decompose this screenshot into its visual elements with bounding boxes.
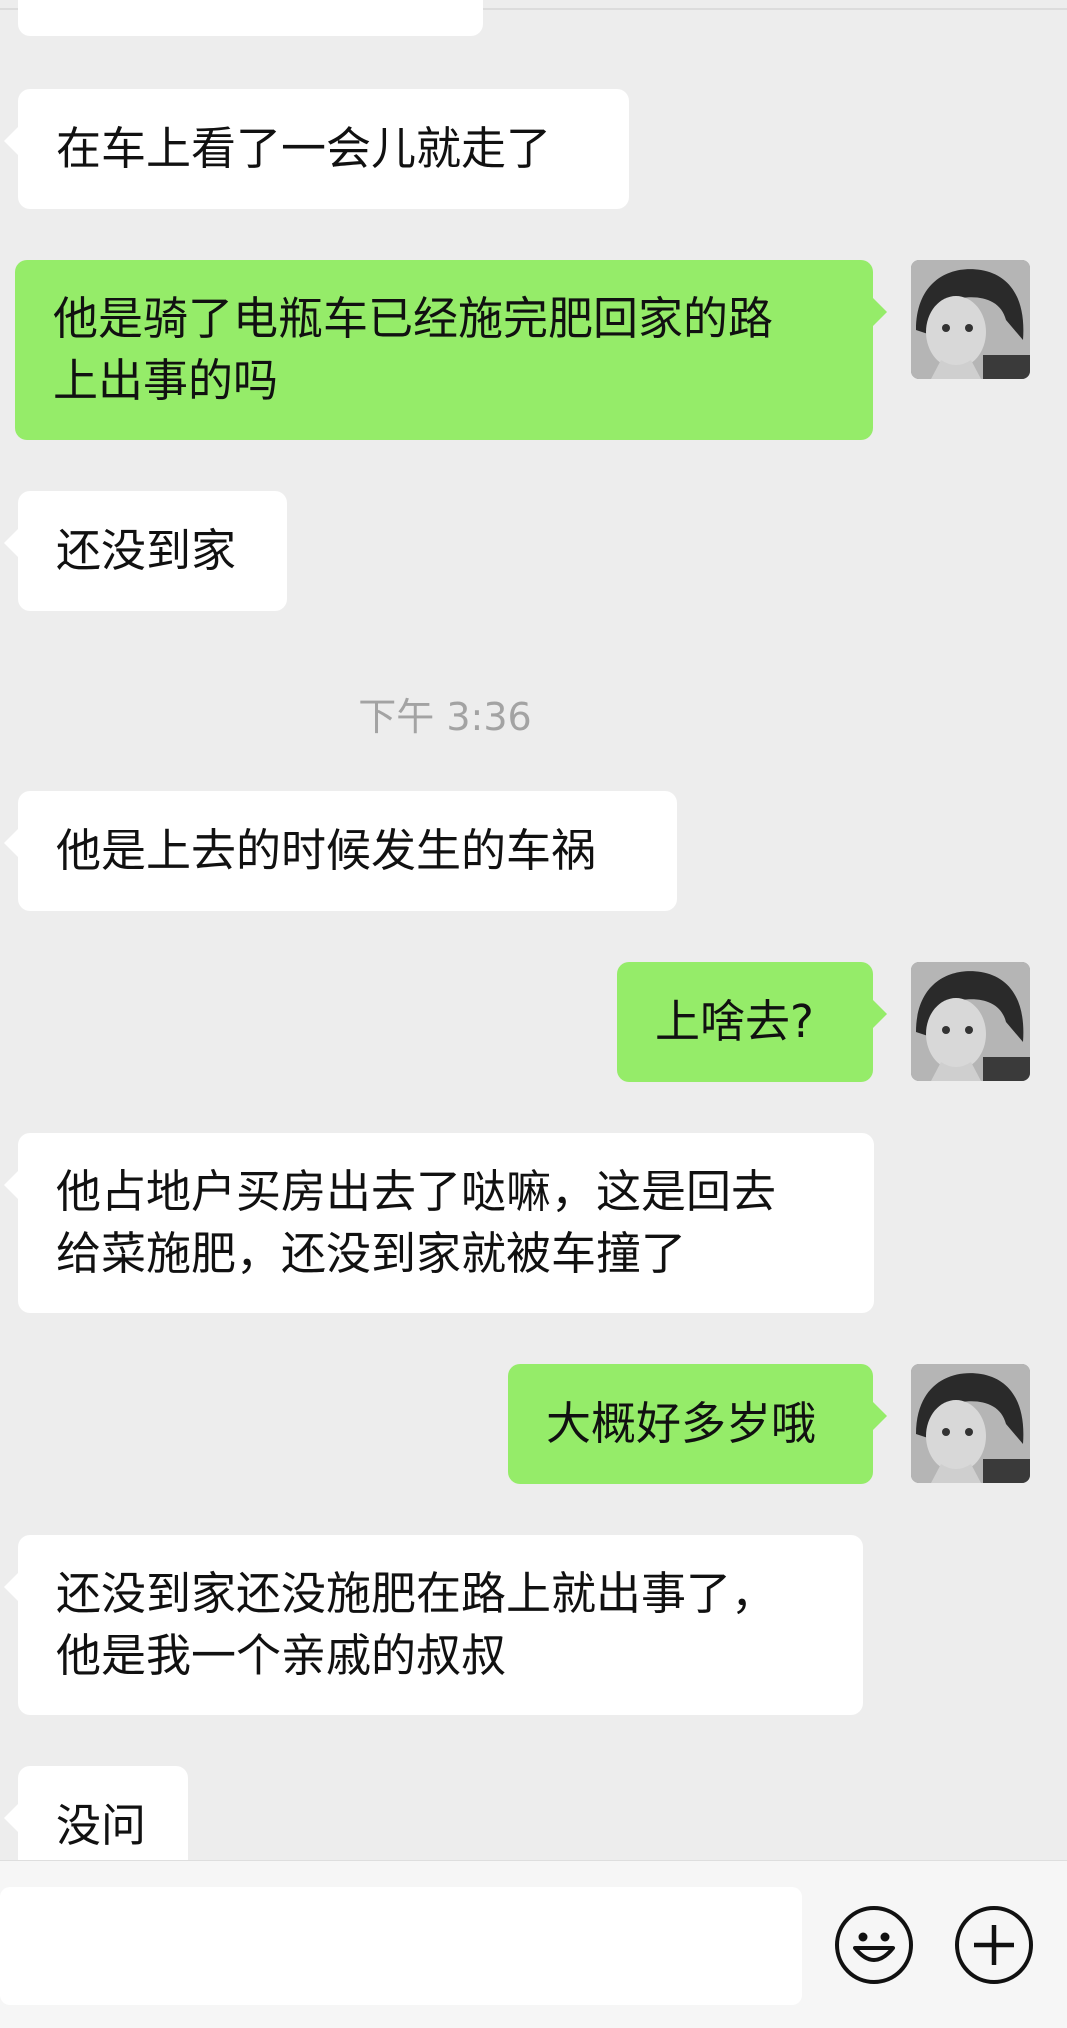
message-bubble-incoming[interactable]: 没问 — [4, 1766, 188, 1860]
bubble-tail — [873, 1402, 887, 1430]
avatar-image — [911, 1364, 1030, 1483]
message-text: 没问 — [56, 1799, 147, 1852]
message-bubble-incoming[interactable]: 还没到家还没施肥在路上就出事了， 他是我一个亲戚的叔叔 — [4, 1535, 863, 1715]
message-text: 大概好多岁哦 — [546, 1397, 817, 1450]
message-text: 上啥去? — [655, 995, 814, 1048]
avatar[interactable] — [911, 962, 1030, 1081]
bubble-tail — [4, 1573, 18, 1601]
time-divider: 下午 3:36 — [358, 695, 532, 739]
bubble-tail — [4, 529, 18, 557]
message-bubble-incoming[interactable]: 他占地户买房出去了哒嘛，这是回去 给菜施肥，还没到家就被车撞了 — [4, 1133, 874, 1313]
message-bubble-outgoing[interactable]: 他是骑了电瓶车已经施完肥回家的路 上出事的吗 — [15, 260, 887, 440]
avatar[interactable] — [911, 1364, 1030, 1483]
avatar-image — [911, 260, 1030, 379]
message-text: 在车上看了一会儿就走了 — [56, 122, 552, 175]
avatar-image — [911, 962, 1030, 1081]
message-bubble-incoming[interactable]: 还没到家 — [4, 491, 287, 611]
message-input[interactable] — [0, 1887, 802, 2005]
message-text: 他是骑了电瓶车已经施完肥回家的路 上出事的吗 — [53, 292, 774, 407]
message-text: 还没到家还没施肥在路上就出事了， 他是我一个亲戚的叔叔 — [56, 1567, 777, 1682]
chat-history[interactable]: 在车上看了一会儿就走了 他是骑了电瓶车已经施完肥回家的路 上出事的吗 还没到家 … — [0, 0, 1067, 1860]
message-bubble-outgoing[interactable]: 上啥去? — [617, 962, 887, 1082]
input-bar — [0, 1860, 1067, 2028]
previous-message-bubble — [18, 0, 483, 36]
message-bubble-incoming[interactable]: 在车上看了一会儿就走了 — [4, 89, 629, 209]
bubble-tail — [4, 127, 18, 155]
bubble-tail — [873, 1000, 887, 1028]
plus-icon[interactable] — [955, 1906, 1033, 1984]
message-text: 他是上去的时候发生的车祸 — [56, 824, 597, 877]
bubble-tail — [4, 1171, 18, 1199]
avatar[interactable] — [911, 260, 1030, 379]
bubble-tail — [4, 1804, 18, 1832]
smiley-face-icon[interactable] — [835, 1906, 913, 1984]
message-text: 还没到家 — [56, 524, 237, 577]
message-text: 他占地户买房出去了哒嘛，这是回去 给菜施肥，还没到家就被车撞了 — [56, 1165, 777, 1280]
message-bubble-incoming[interactable]: 他是上去的时候发生的车祸 — [4, 791, 677, 911]
bubble-tail — [873, 298, 887, 326]
bubble-tail — [4, 829, 18, 857]
message-bubble-outgoing[interactable]: 大概好多岁哦 — [508, 1364, 887, 1484]
